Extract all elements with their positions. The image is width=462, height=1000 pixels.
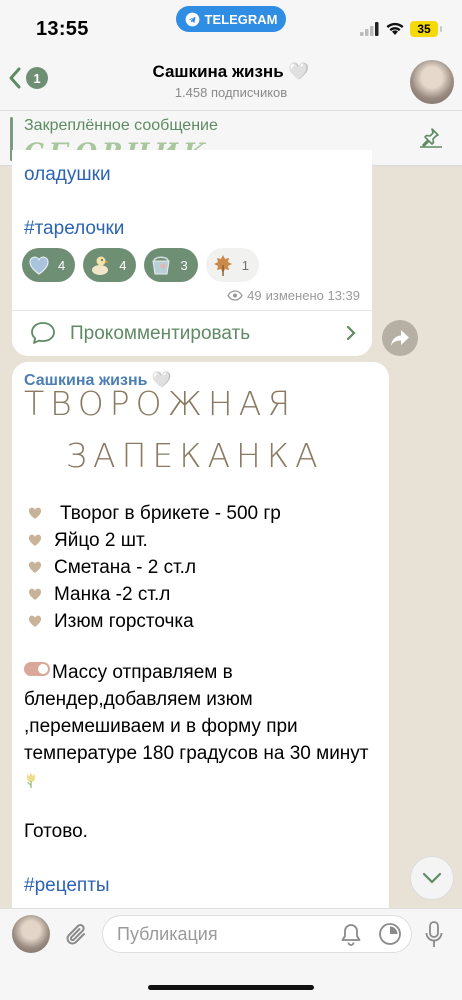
comment-label: Прокомментировать	[70, 323, 251, 344]
reaction-chip[interactable]: 4	[22, 248, 76, 282]
scroll-down-button[interactable]	[410, 856, 454, 900]
status-bar: 13:55 TELEGRAM 35	[0, 0, 462, 56]
chevron-right-icon	[346, 325, 356, 341]
reaction-count: 1	[241, 257, 249, 273]
microphone-icon[interactable]	[424, 920, 444, 950]
reaction-chip[interactable]: 4	[83, 248, 137, 282]
post-meta: 49 изменено 13:39	[227, 288, 360, 303]
ingredients-list: Творог в брикете - 500 гр Яйцо 2 шт. Сме…	[28, 500, 281, 635]
battery-indicator: 35	[410, 21, 442, 37]
tulip-icon	[27, 773, 35, 788]
beige-heart-icon	[28, 507, 42, 519]
pinned-label: Закреплённое сообщение	[24, 117, 218, 134]
comment-bubble-icon	[31, 322, 55, 344]
message-input[interactable]	[102, 915, 412, 953]
bucket-icon	[152, 256, 171, 275]
ingredient-text: Творог в брикете - 500 гр	[60, 503, 281, 524]
comment-button[interactable]: Прокомментировать	[12, 311, 372, 356]
blue-heart-icon	[29, 256, 49, 275]
telegram-plane-icon	[185, 12, 199, 26]
step-text: Массу отправляем в блендер,добавляем изю…	[24, 662, 369, 764]
autumn-leaf-icon	[213, 255, 232, 276]
ingredient-text: Манка -2 ст.л	[54, 584, 171, 605]
recipe-heading-line1: ТВОРОЖНАЯ	[24, 384, 297, 423]
post-text-fragment[interactable]: оладушки	[24, 164, 111, 186]
beige-heart-icon	[28, 534, 42, 546]
hashtag-link[interactable]: #рецепты	[24, 875, 110, 897]
chevron-down-icon	[422, 872, 442, 884]
bell-icon[interactable]	[340, 923, 362, 947]
reaction-count: 3	[180, 257, 188, 273]
edited-time: изменено 13:39	[265, 288, 360, 303]
list-item: Изюм горсточка	[28, 608, 281, 635]
share-button[interactable]	[382, 320, 418, 356]
schedule-icon[interactable]	[378, 922, 402, 946]
wifi-icon	[386, 22, 404, 35]
ingredient-text: Изюм горсточка	[54, 611, 194, 632]
subscriber-count: 1.458 подписчиков	[174, 85, 288, 100]
view-count: 49	[247, 288, 262, 303]
beige-heart-icon	[28, 615, 42, 627]
beige-heart-icon	[28, 561, 42, 573]
channel-avatar[interactable]	[410, 60, 454, 104]
home-indicator	[148, 985, 314, 990]
ingredient-text: Сметана - 2 ст.л	[54, 557, 197, 578]
channel-title[interactable]: Сашкина жизнь 🤍	[0, 62, 462, 82]
reactions-row: 4 4 3 1	[22, 248, 259, 282]
list-item: Сметана - 2 ст.л	[28, 554, 281, 581]
ingredient-text: Яйцо 2 шт.	[54, 530, 148, 551]
recipe-heading-line2: ЗАПЕКАНКА	[66, 436, 324, 475]
list-item: Творог в брикете - 500 гр	[28, 500, 281, 527]
eye-icon	[227, 290, 243, 301]
pin-list-icon[interactable]	[418, 127, 444, 149]
reaction-count: 4	[58, 257, 66, 273]
hashtag-link[interactable]: #тарелочки	[24, 218, 124, 240]
paperclip-icon[interactable]	[64, 921, 90, 949]
reaction-chip[interactable]: 3	[144, 248, 198, 282]
reaction-chip[interactable]: 1	[205, 248, 259, 282]
toggle-emoji-icon	[24, 662, 50, 676]
post-bubble[interactable]: оладушки #тарелочки 4 4 3 1 49 изменено …	[12, 150, 372, 356]
list-item: Яйцо 2 шт.	[28, 527, 281, 554]
chat-header: 1 Сашкина жизнь 🤍 1.458 подписчиков	[0, 56, 462, 110]
done-text: Готово.	[24, 821, 88, 842]
telegram-pill-label: TELEGRAM	[204, 11, 278, 27]
recipe-step: Массу отправляем в блендер,добавляем изю…	[24, 659, 374, 794]
telegram-pill[interactable]: TELEGRAM	[176, 6, 286, 32]
list-item: Манка -2 ст.л	[28, 581, 281, 608]
signal-icon	[360, 22, 379, 36]
share-arrow-icon	[391, 330, 409, 346]
reaction-count: 4	[119, 257, 127, 273]
status-time: 13:55	[36, 18, 89, 40]
beige-heart-icon	[28, 588, 42, 600]
send-as-avatar[interactable]	[12, 915, 50, 953]
duck-icon	[92, 256, 110, 275]
